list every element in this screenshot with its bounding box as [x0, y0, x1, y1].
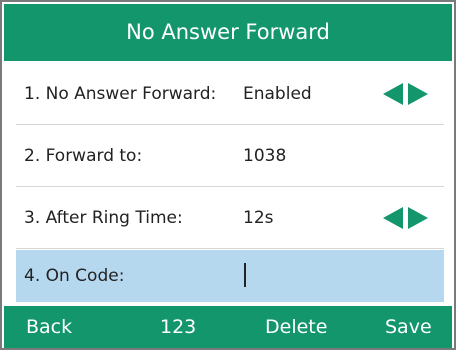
text-cursor: [244, 263, 246, 287]
delete-softkey[interactable]: Delete: [265, 306, 327, 348]
setting-row-forward-to[interactable]: 2. Forward to: 1038: [16, 126, 444, 187]
setting-label: 1. No Answer Forward:: [24, 84, 217, 104]
screen-title: No Answer Forward: [4, 4, 452, 61]
setting-label: 3. After Ring Time:: [24, 208, 183, 228]
option-switch[interactable]: [383, 207, 431, 229]
setting-value: Enabled: [243, 84, 312, 104]
save-softkey[interactable]: Save: [385, 306, 432, 348]
setting-row-after-ring-time[interactable]: 3. After Ring Time: 12s: [16, 188, 444, 249]
arrow-right-icon[interactable]: [408, 207, 428, 229]
setting-row-no-answer-forward[interactable]: 1. No Answer Forward: Enabled: [16, 64, 444, 125]
back-softkey[interactable]: Back: [26, 306, 72, 348]
forward-to-field[interactable]: 1038: [243, 126, 286, 186]
phone-screen: No Answer Forward 1. No Answer Forward: …: [0, 0, 456, 350]
arrow-right-icon[interactable]: [408, 83, 428, 105]
softkey-bar: Back 123 Delete Save: [4, 306, 452, 348]
arrow-left-icon[interactable]: [383, 207, 403, 229]
setting-row-on-code[interactable]: 4. On Code:: [16, 250, 444, 302]
arrow-left-icon[interactable]: [383, 83, 403, 105]
setting-label: 2. Forward to:: [24, 146, 143, 166]
option-switch[interactable]: [383, 83, 431, 105]
setting-label: 4. On Code:: [24, 266, 125, 286]
setting-value: 12s: [243, 208, 274, 228]
input-mode-softkey[interactable]: 123: [160, 306, 196, 348]
